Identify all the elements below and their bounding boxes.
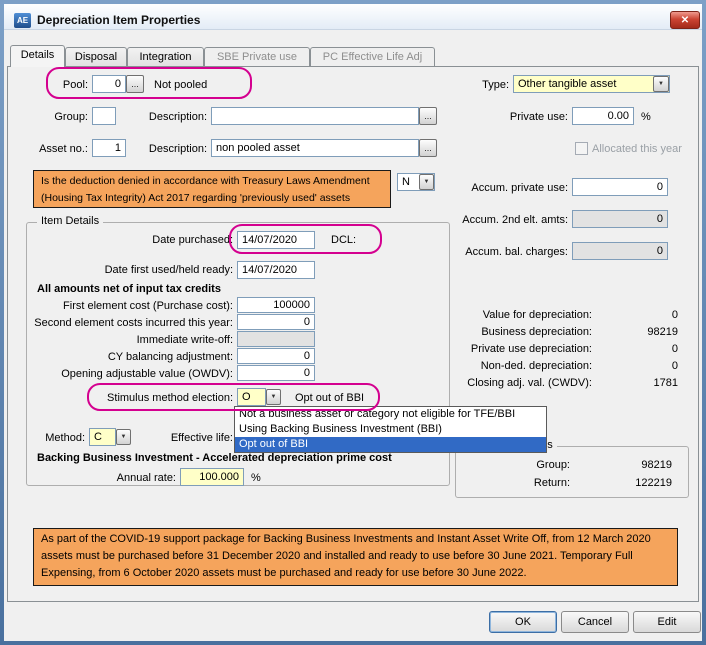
bbi-prime-cost-note: Backing Business Investment - Accelerate… bbox=[37, 452, 392, 464]
totals-group-value: 98219 bbox=[588, 459, 672, 471]
pool-note: Not pooled bbox=[154, 79, 207, 91]
net-of-tax-note: All amounts net of input tax credits bbox=[37, 283, 221, 295]
item-details-legend: Item Details bbox=[37, 215, 103, 227]
non-ded-depreciation-label: Non-ded. depreciation: bbox=[450, 360, 592, 372]
stimulus-dropdown-button[interactable]: ▼ bbox=[266, 389, 281, 405]
date-first-used-label: Date first used/held ready: bbox=[60, 264, 233, 276]
owdv-field[interactable]: 0 bbox=[237, 365, 315, 381]
type-label: Type: bbox=[425, 79, 509, 91]
method-label: Method: bbox=[28, 432, 85, 444]
closing-adj-val-value: 1781 bbox=[600, 377, 678, 389]
totals-group-label: Group: bbox=[480, 459, 570, 471]
annual-rate-label: Annual rate: bbox=[80, 472, 176, 484]
asset-no-label: Asset no.: bbox=[30, 143, 88, 155]
accum-2nd-elt-field: 0 bbox=[572, 210, 668, 228]
group-description-field[interactable] bbox=[211, 107, 419, 125]
private-use-depreciation-label: Private use depreciation: bbox=[450, 343, 592, 355]
non-ded-depreciation-value: 0 bbox=[600, 360, 678, 372]
second-element-field[interactable]: 0 bbox=[237, 314, 315, 330]
private-use-percent: % bbox=[641, 111, 651, 123]
value-for-depreciation-label: Value for depreciation: bbox=[450, 309, 592, 321]
cy-balancing-label: CY balancing adjustment: bbox=[20, 351, 233, 363]
accum-bal-charges-label: Accum. bal. charges: bbox=[440, 246, 568, 258]
stimulus-method-field[interactable]: O bbox=[237, 388, 266, 406]
annual-rate-percent: % bbox=[251, 472, 261, 484]
group-label: Group: bbox=[30, 111, 88, 123]
closing-adj-val-label: Closing adj. val. (CWDV): bbox=[450, 377, 592, 389]
second-element-label: Second element costs incurred this year: bbox=[20, 317, 233, 329]
tab-disposal[interactable]: Disposal bbox=[65, 47, 127, 66]
covid-note-box: As part of the COVID-19 support package … bbox=[33, 528, 678, 586]
treasury-question-box: Is the deduction denied in accordance wi… bbox=[33, 170, 391, 208]
close-button[interactable]: ✕ bbox=[670, 11, 700, 29]
method-field[interactable]: C bbox=[89, 428, 116, 446]
allocated-checkbox bbox=[575, 142, 588, 155]
cancel-button[interactable]: Cancel bbox=[561, 611, 629, 633]
private-use-field[interactable]: 0.00 bbox=[572, 107, 634, 125]
value-for-depreciation-value: 0 bbox=[600, 309, 678, 321]
chevron-down-icon: ▼ bbox=[658, 81, 664, 87]
accum-private-use-label: Accum. private use: bbox=[440, 182, 568, 194]
ok-button[interactable]: OK bbox=[489, 611, 557, 633]
type-dropdown-button[interactable]: ▼ bbox=[653, 76, 669, 92]
date-purchased-label: Date purchased: bbox=[90, 234, 233, 246]
accum-bal-charges-field: 0 bbox=[572, 242, 668, 260]
immediate-writeoff-field bbox=[237, 331, 315, 347]
asset-description-field[interactable]: non pooled asset bbox=[211, 139, 419, 157]
dialog-window: AE Depreciation Item Properties ✕ Detail… bbox=[0, 0, 706, 645]
private-use-depreciation-value: 0 bbox=[600, 343, 678, 355]
first-element-label: First element cost (Purchase cost): bbox=[20, 300, 233, 312]
group-description-browse-button[interactable]: ... bbox=[419, 107, 437, 125]
edit-button[interactable]: Edit bbox=[633, 611, 701, 633]
totals-return-label: Return: bbox=[480, 477, 570, 489]
chevron-down-icon: ▼ bbox=[271, 394, 277, 400]
dropdown-option-not-eligible[interactable]: Not a business asset or category not eli… bbox=[235, 407, 546, 422]
tab-sbe-private-use: SBE Private use bbox=[204, 47, 310, 66]
pool-label: Pool: bbox=[30, 79, 88, 91]
asset-no-field[interactable]: 1 bbox=[92, 139, 126, 157]
pool-browse-button[interactable]: ... bbox=[126, 75, 144, 93]
private-use-label: Private use: bbox=[470, 111, 568, 123]
close-icon: ✕ bbox=[681, 15, 689, 26]
tab-integration[interactable]: Integration bbox=[127, 47, 204, 66]
stimulus-display-text: Opt out of BBI bbox=[295, 392, 364, 404]
first-element-field[interactable]: 100000 bbox=[237, 297, 315, 313]
date-first-used-field[interactable]: 14/07/2020 bbox=[237, 261, 315, 279]
window-title: Depreciation Item Properties bbox=[37, 13, 200, 27]
stimulus-dropdown-list: Not a business asset or category not eli… bbox=[234, 406, 547, 453]
totals-group: Totals bbox=[455, 446, 689, 498]
date-purchased-field[interactable]: 14/07/2020 bbox=[237, 231, 315, 249]
business-depreciation-value: 98219 bbox=[600, 326, 678, 338]
annual-rate-field[interactable]: 100.000 bbox=[180, 468, 244, 486]
accum-2nd-elt-label: Accum. 2nd elt. amts: bbox=[440, 214, 568, 226]
allocated-label: Allocated this year bbox=[592, 143, 682, 155]
group-field[interactable] bbox=[92, 107, 116, 125]
asset-description-browse-button[interactable]: ... bbox=[419, 139, 437, 157]
effective-life-label: Effective life: bbox=[120, 432, 233, 444]
treasury-dropdown-button[interactable]: ▼ bbox=[419, 174, 434, 190]
pool-field[interactable]: 0 bbox=[92, 75, 126, 93]
asset-description-label: Description: bbox=[139, 143, 207, 155]
business-depreciation-label: Business depreciation: bbox=[450, 326, 592, 338]
dropdown-option-opt-out-bbi[interactable]: Opt out of BBI bbox=[235, 437, 546, 452]
immediate-writeoff-label: Immediate write-off: bbox=[20, 334, 233, 346]
cy-balancing-field[interactable]: 0 bbox=[237, 348, 315, 364]
title-bar[interactable]: AE Depreciation Item Properties ✕ bbox=[4, 4, 702, 30]
accum-private-use-field[interactable]: 0 bbox=[572, 178, 668, 196]
dropdown-option-using-bbi[interactable]: Using Backing Business Investment (BBI) bbox=[235, 422, 546, 437]
totals-return-value: 122219 bbox=[588, 477, 672, 489]
type-combobox[interactable]: Other tangible asset bbox=[513, 75, 670, 93]
app-icon: AE bbox=[14, 13, 31, 28]
group-description-label: Description: bbox=[139, 111, 207, 123]
tab-pc-effective-life-adj: PC Effective Life Adj bbox=[310, 47, 435, 66]
stimulus-method-label: Stimulus method election: bbox=[60, 392, 233, 404]
dcl-label: DCL: bbox=[331, 234, 356, 246]
chevron-down-icon: ▼ bbox=[424, 179, 430, 185]
owdv-label: Opening adjustable value (OWDV): bbox=[20, 368, 233, 380]
tab-details[interactable]: Details bbox=[10, 45, 65, 67]
